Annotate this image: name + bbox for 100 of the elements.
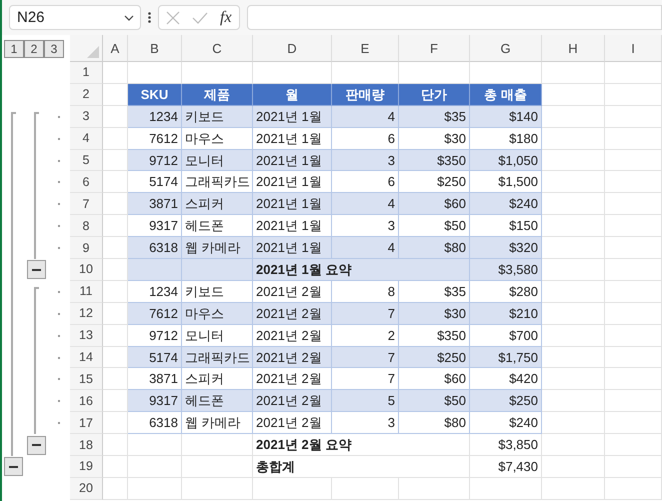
- table-cell: $35: [399, 280, 470, 303]
- table-cell: $250: [399, 346, 470, 368]
- column-header[interactable]: I: [605, 35, 662, 62]
- outline-level-button[interactable]: 2: [24, 40, 44, 58]
- grid-cell: [103, 128, 128, 150]
- row-header[interactable]: 18: [70, 434, 103, 456]
- row-header[interactable]: 13: [70, 324, 103, 347]
- table-cell: 6: [332, 128, 399, 150]
- column-header[interactable]: E: [332, 35, 399, 62]
- grid-cell: [542, 324, 605, 347]
- table-cell: 2021년 2월: [253, 390, 332, 412]
- table-cell: 2021년 1월: [253, 150, 332, 172]
- table-cell: $350: [399, 324, 470, 347]
- summary-amount: $7,430: [470, 456, 542, 478]
- column-header[interactable]: G: [470, 35, 542, 62]
- row-header[interactable]: 7: [70, 193, 103, 216]
- collapse-button[interactable]: [26, 436, 46, 455]
- row-header[interactable]: 12: [70, 302, 103, 325]
- table-cell: 5174: [128, 171, 182, 194]
- row-header[interactable]: 9: [70, 237, 103, 260]
- table-cell: 2021년 2월: [253, 346, 332, 368]
- collapse-button[interactable]: [26, 260, 46, 280]
- grid-cell: [605, 456, 662, 478]
- table-cell: 7612: [128, 128, 182, 150]
- grid-cell: [103, 150, 128, 172]
- table-cell: 2021년 2월: [253, 280, 332, 303]
- grid-cell: [103, 478, 128, 500]
- table-cell: 6318: [128, 412, 182, 434]
- table-cell: 7: [332, 346, 399, 368]
- outline-level-button[interactable]: 1: [4, 40, 24, 58]
- grid-cell: [605, 84, 662, 106]
- row-header[interactable]: 10: [70, 259, 103, 281]
- grid-cell: [128, 478, 182, 500]
- row-header[interactable]: 2: [70, 84, 103, 106]
- grid-cell: [103, 237, 128, 260]
- row-header[interactable]: 11: [70, 280, 103, 303]
- table-cell: $60: [399, 368, 470, 390]
- table-cell: $250: [399, 171, 470, 194]
- table-cell: 2021년 2월: [253, 412, 332, 434]
- insert-function-button[interactable]: fx: [220, 8, 232, 26]
- table-cell: [182, 259, 253, 281]
- summary-amount: $3,850: [470, 434, 542, 456]
- minus-icon: [32, 444, 40, 446]
- row-header[interactable]: 4: [70, 128, 103, 150]
- table-cell: $250: [470, 390, 542, 412]
- collapse-button[interactable]: [4, 457, 23, 476]
- name-box[interactable]: N26: [9, 5, 141, 30]
- grid-cell: [182, 478, 253, 500]
- grid-cell: [605, 368, 662, 390]
- grid-cell: [103, 259, 128, 281]
- grid-cell: [103, 106, 128, 128]
- grid-cell: [103, 324, 128, 347]
- row-header[interactable]: 6: [70, 171, 103, 194]
- formula-field[interactable]: [246, 5, 662, 30]
- row-header[interactable]: 1: [70, 62, 103, 84]
- table-cell: 7612: [128, 302, 182, 325]
- row-header[interactable]: 17: [70, 412, 103, 434]
- table-cell: 2: [332, 324, 399, 347]
- table-cell: 스피커: [182, 368, 253, 390]
- column-header[interactable]: D: [253, 35, 332, 62]
- grid-cell: [103, 62, 128, 84]
- grid-cell: [605, 346, 662, 368]
- grid-cell: [605, 434, 662, 456]
- row-header[interactable]: 8: [70, 215, 103, 238]
- column-header[interactable]: H: [542, 35, 605, 62]
- column-header[interactable]: F: [399, 35, 470, 62]
- table-cell: $350: [399, 150, 470, 172]
- table-cell: $320: [470, 237, 542, 260]
- row-header[interactable]: 15: [70, 368, 103, 390]
- row-header[interactable]: 16: [70, 390, 103, 412]
- row-header[interactable]: 3: [70, 106, 103, 128]
- grid-cell: [542, 237, 605, 260]
- grid-cell: [605, 237, 662, 260]
- table-cell: $210: [470, 302, 542, 325]
- table-cell: 모니터: [182, 150, 253, 172]
- grid-cell: [605, 193, 662, 216]
- table-cell: $1,500: [470, 171, 542, 194]
- table-cell: 2021년 1월: [253, 215, 332, 238]
- grid-cell: [103, 456, 128, 478]
- grid-cell: [542, 478, 605, 500]
- table-cell: 그래픽카드: [182, 346, 253, 368]
- grid-cell: [605, 259, 662, 281]
- table-cell: 6: [332, 171, 399, 194]
- column-header[interactable]: C: [182, 35, 253, 62]
- row-header[interactable]: 19: [70, 456, 103, 478]
- more-options-icon[interactable]: [148, 12, 151, 23]
- row-header[interactable]: 5: [70, 150, 103, 172]
- row-header[interactable]: 14: [70, 346, 103, 368]
- grid-cell: [542, 346, 605, 368]
- grid-cell: [399, 62, 470, 84]
- grid-cell: [103, 346, 128, 368]
- column-header[interactable]: B: [128, 35, 182, 62]
- table-cell: $1,050: [470, 150, 542, 172]
- outline-level-button[interactable]: 3: [44, 40, 64, 58]
- table-cell: 웹 카메라: [182, 412, 253, 434]
- grid-cell: [103, 280, 128, 303]
- check-icon[interactable]: [192, 12, 208, 24]
- column-header[interactable]: A: [103, 35, 128, 62]
- row-header[interactable]: 20: [70, 478, 103, 500]
- grid-cell: [332, 478, 399, 500]
